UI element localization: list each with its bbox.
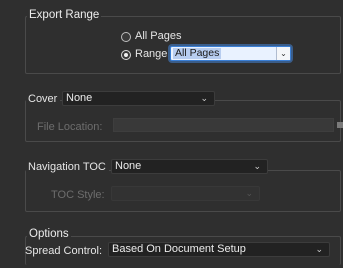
- export-range-title: Export Range: [27, 9, 102, 21]
- spread-control-select[interactable]: Based On Document Setup ⌄: [108, 242, 330, 257]
- options-title: Options: [27, 228, 71, 240]
- export-settings-panel: Export Range All Pages Range All Pages ⌄…: [0, 0, 343, 268]
- spread-control-chevron-down-icon: ⌄: [315, 244, 323, 254]
- range-input-text[interactable]: All Pages: [173, 48, 222, 59]
- file-location-label: File Location:: [37, 121, 103, 133]
- cover-label: Cover: [26, 93, 61, 105]
- toc-style-select: ⌄: [111, 186, 260, 201]
- range-radio[interactable]: [121, 50, 131, 60]
- cover-select-value: None: [66, 92, 93, 104]
- navigation-toc-chevron-down-icon: ⌄: [253, 161, 261, 171]
- file-location-field: [113, 118, 334, 132]
- cover-select[interactable]: None ⌄: [62, 91, 215, 106]
- range-radio-label[interactable]: Range: [135, 48, 167, 60]
- navigation-toc-select[interactable]: None ⌄: [111, 159, 268, 174]
- spread-control-label: Spread Control:: [25, 245, 103, 257]
- all-pages-radio[interactable]: [121, 32, 131, 42]
- browse-folder-icon: [337, 122, 343, 128]
- all-pages-radio-label[interactable]: All Pages: [135, 30, 181, 42]
- range-combobox[interactable]: All Pages ⌄: [170, 46, 291, 61]
- navigation-toc-select-value: None: [115, 160, 142, 172]
- export-range-group: [25, 16, 341, 74]
- toc-style-chevron-down-icon: ⌄: [245, 188, 253, 198]
- range-dropdown-chevron-icon[interactable]: ⌄: [276, 47, 290, 60]
- toc-style-label: TOC Style:: [51, 189, 105, 201]
- cover-chevron-down-icon: ⌄: [200, 93, 208, 103]
- spread-control-select-value: Based On Document Setup: [112, 243, 246, 255]
- navigation-toc-label: Navigation TOC: [26, 161, 109, 173]
